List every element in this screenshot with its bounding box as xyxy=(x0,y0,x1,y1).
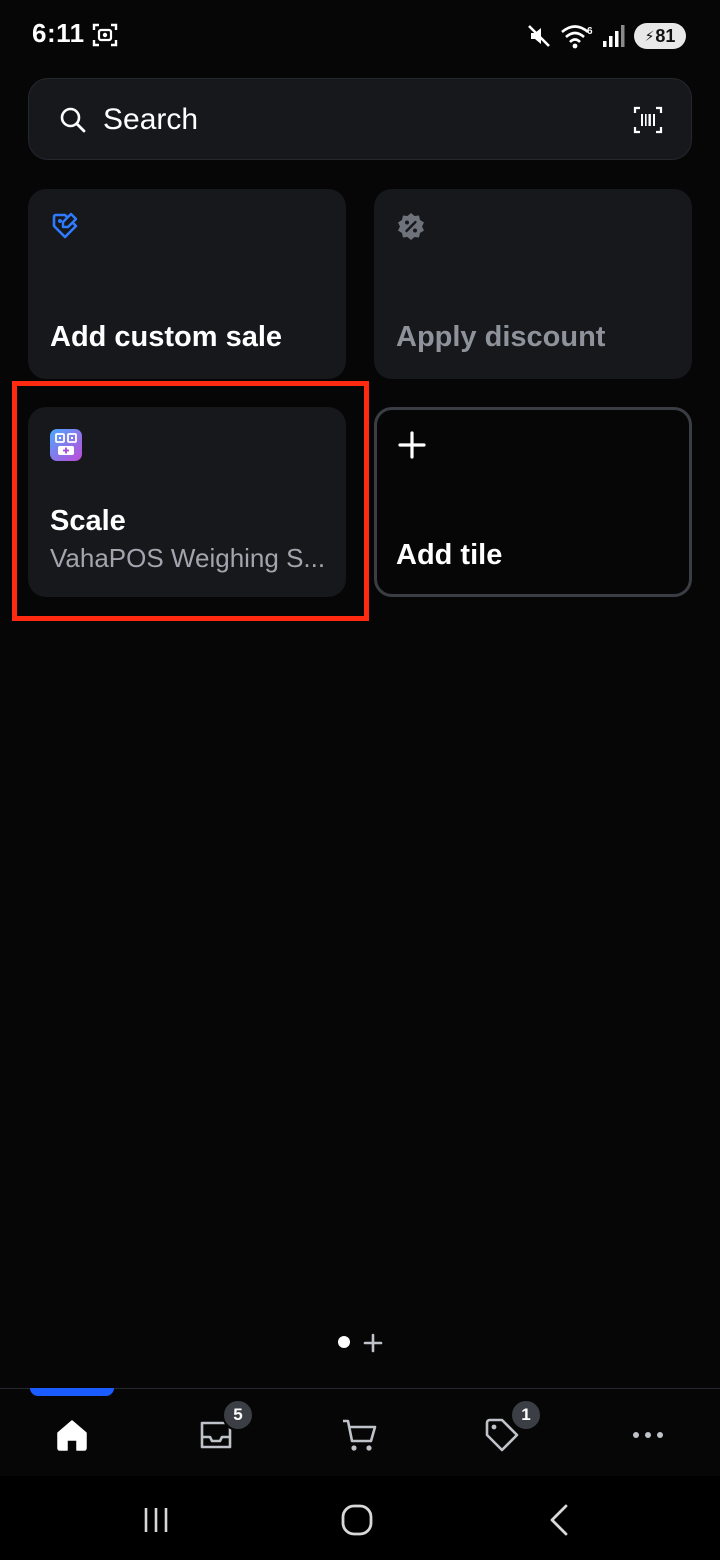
status-bar: 6:11 6 ⚡ 81 xyxy=(0,0,720,72)
tile-title: Apply discount xyxy=(396,321,606,353)
tile-title: Add custom sale xyxy=(50,321,283,353)
wifi-6-icon: 6 xyxy=(561,25,593,49)
orders-badge: 5 xyxy=(222,1399,254,1431)
page-dot-active[interactable] xyxy=(338,1336,350,1348)
discount-badge-icon xyxy=(398,213,424,240)
cart-icon[interactable] xyxy=(340,1415,380,1455)
more-dots-icon[interactable] xyxy=(628,1415,668,1455)
tab-active-indicator xyxy=(30,1388,114,1396)
svg-text:6: 6 xyxy=(587,26,593,37)
tag-edit-icon xyxy=(52,212,78,239)
discounts-badge: 1 xyxy=(510,1399,542,1431)
tile-title: Add tile xyxy=(396,539,503,571)
tile-add-tile[interactable]: Add tile xyxy=(374,407,692,597)
mute-icon xyxy=(528,25,550,47)
home-icon[interactable] xyxy=(52,1415,92,1455)
plus-icon xyxy=(398,431,426,459)
tab-discounts[interactable]: 1 xyxy=(482,1399,542,1455)
signal-icon xyxy=(603,25,625,47)
add-page-icon[interactable] xyxy=(362,1332,384,1354)
back-icon[interactable] xyxy=(542,1502,578,1538)
status-time: 6:11 xyxy=(32,18,85,48)
recent-apps-icon[interactable] xyxy=(138,1502,174,1538)
tab-orders[interactable]: 5 xyxy=(196,1399,254,1455)
highlight-box xyxy=(12,381,369,621)
screenshot-icon xyxy=(92,23,118,47)
search-bar[interactable]: Search xyxy=(28,78,692,160)
barcode-scan-icon[interactable] xyxy=(633,105,663,135)
tab-bar: 5 1 xyxy=(0,1388,720,1476)
page-indicator xyxy=(0,1330,720,1356)
tile-apply-discount[interactable]: Apply discount xyxy=(374,189,692,379)
system-nav-bar xyxy=(0,1476,720,1560)
search-icon xyxy=(60,107,86,133)
battery-level: 81 xyxy=(655,25,676,46)
tile-add-custom-sale[interactable]: Add custom sale xyxy=(28,189,346,379)
status-icons: 6 ⚡ 81 xyxy=(526,20,686,52)
battery-charging-icon: ⚡ 81 xyxy=(634,23,686,49)
home-button-icon[interactable] xyxy=(339,1502,375,1538)
search-label: Search xyxy=(103,103,199,136)
